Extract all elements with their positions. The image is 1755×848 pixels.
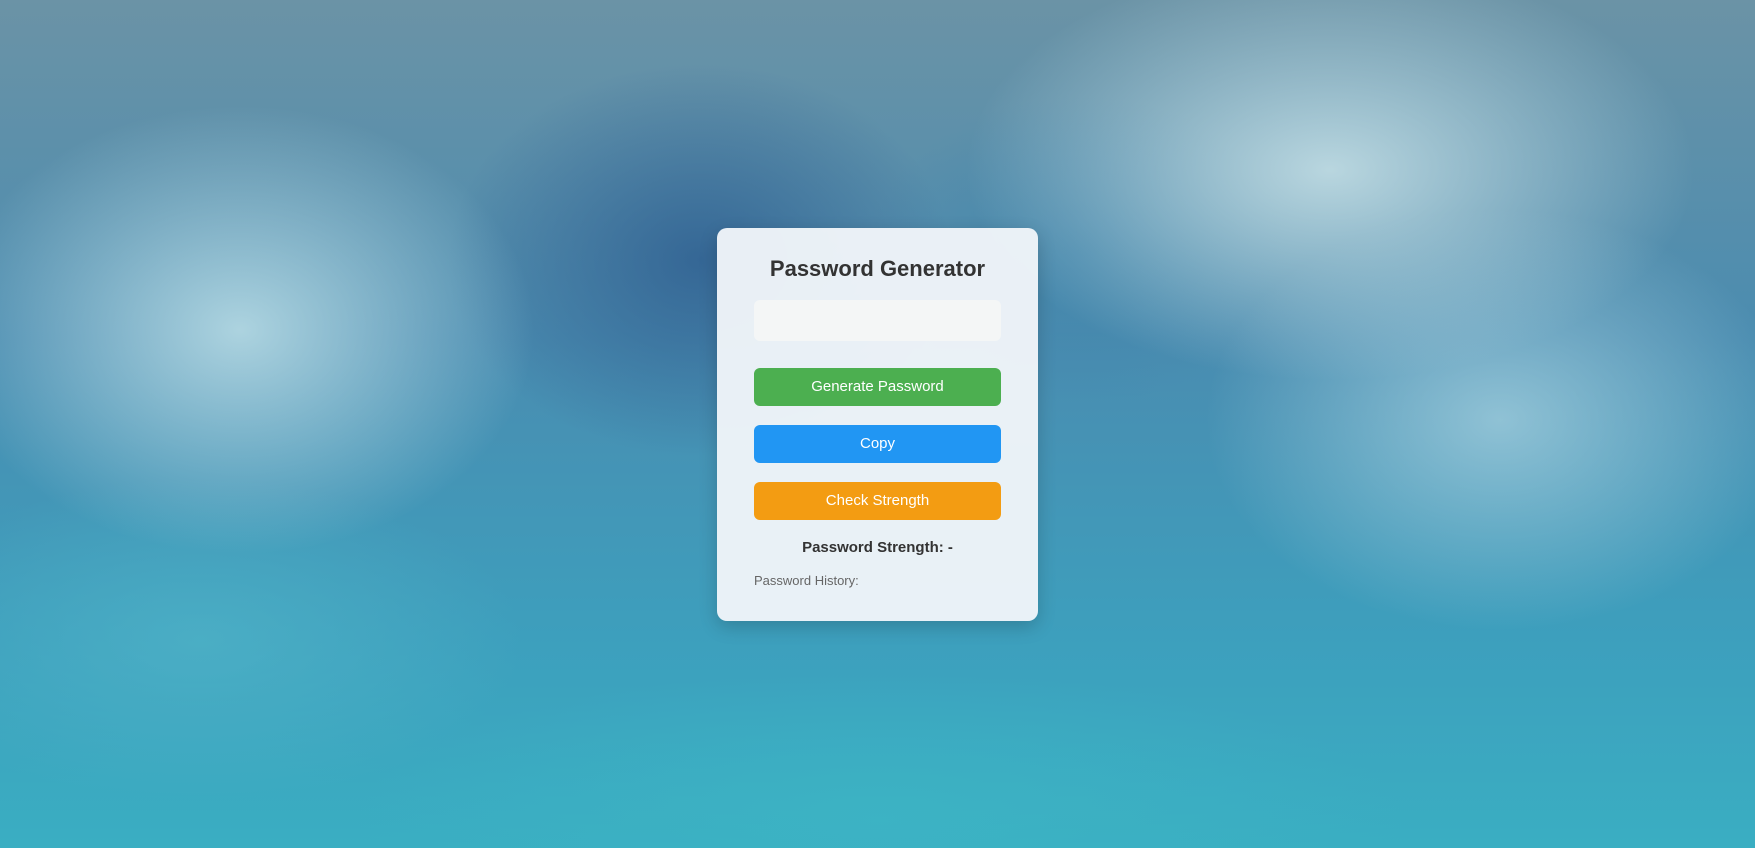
- password-history-label: Password History:: [754, 573, 859, 588]
- password-output-field[interactable]: [754, 300, 1001, 341]
- generate-password-button[interactable]: Generate Password: [754, 368, 1001, 406]
- copy-button[interactable]: Copy: [754, 425, 1001, 463]
- check-strength-button[interactable]: Check Strength: [754, 482, 1001, 520]
- password-strength-text: Password Strength: -: [802, 539, 953, 556]
- password-generator-card: Password Generator Generate Password Cop…: [717, 228, 1038, 621]
- page-title: Password Generator: [769, 256, 986, 281]
